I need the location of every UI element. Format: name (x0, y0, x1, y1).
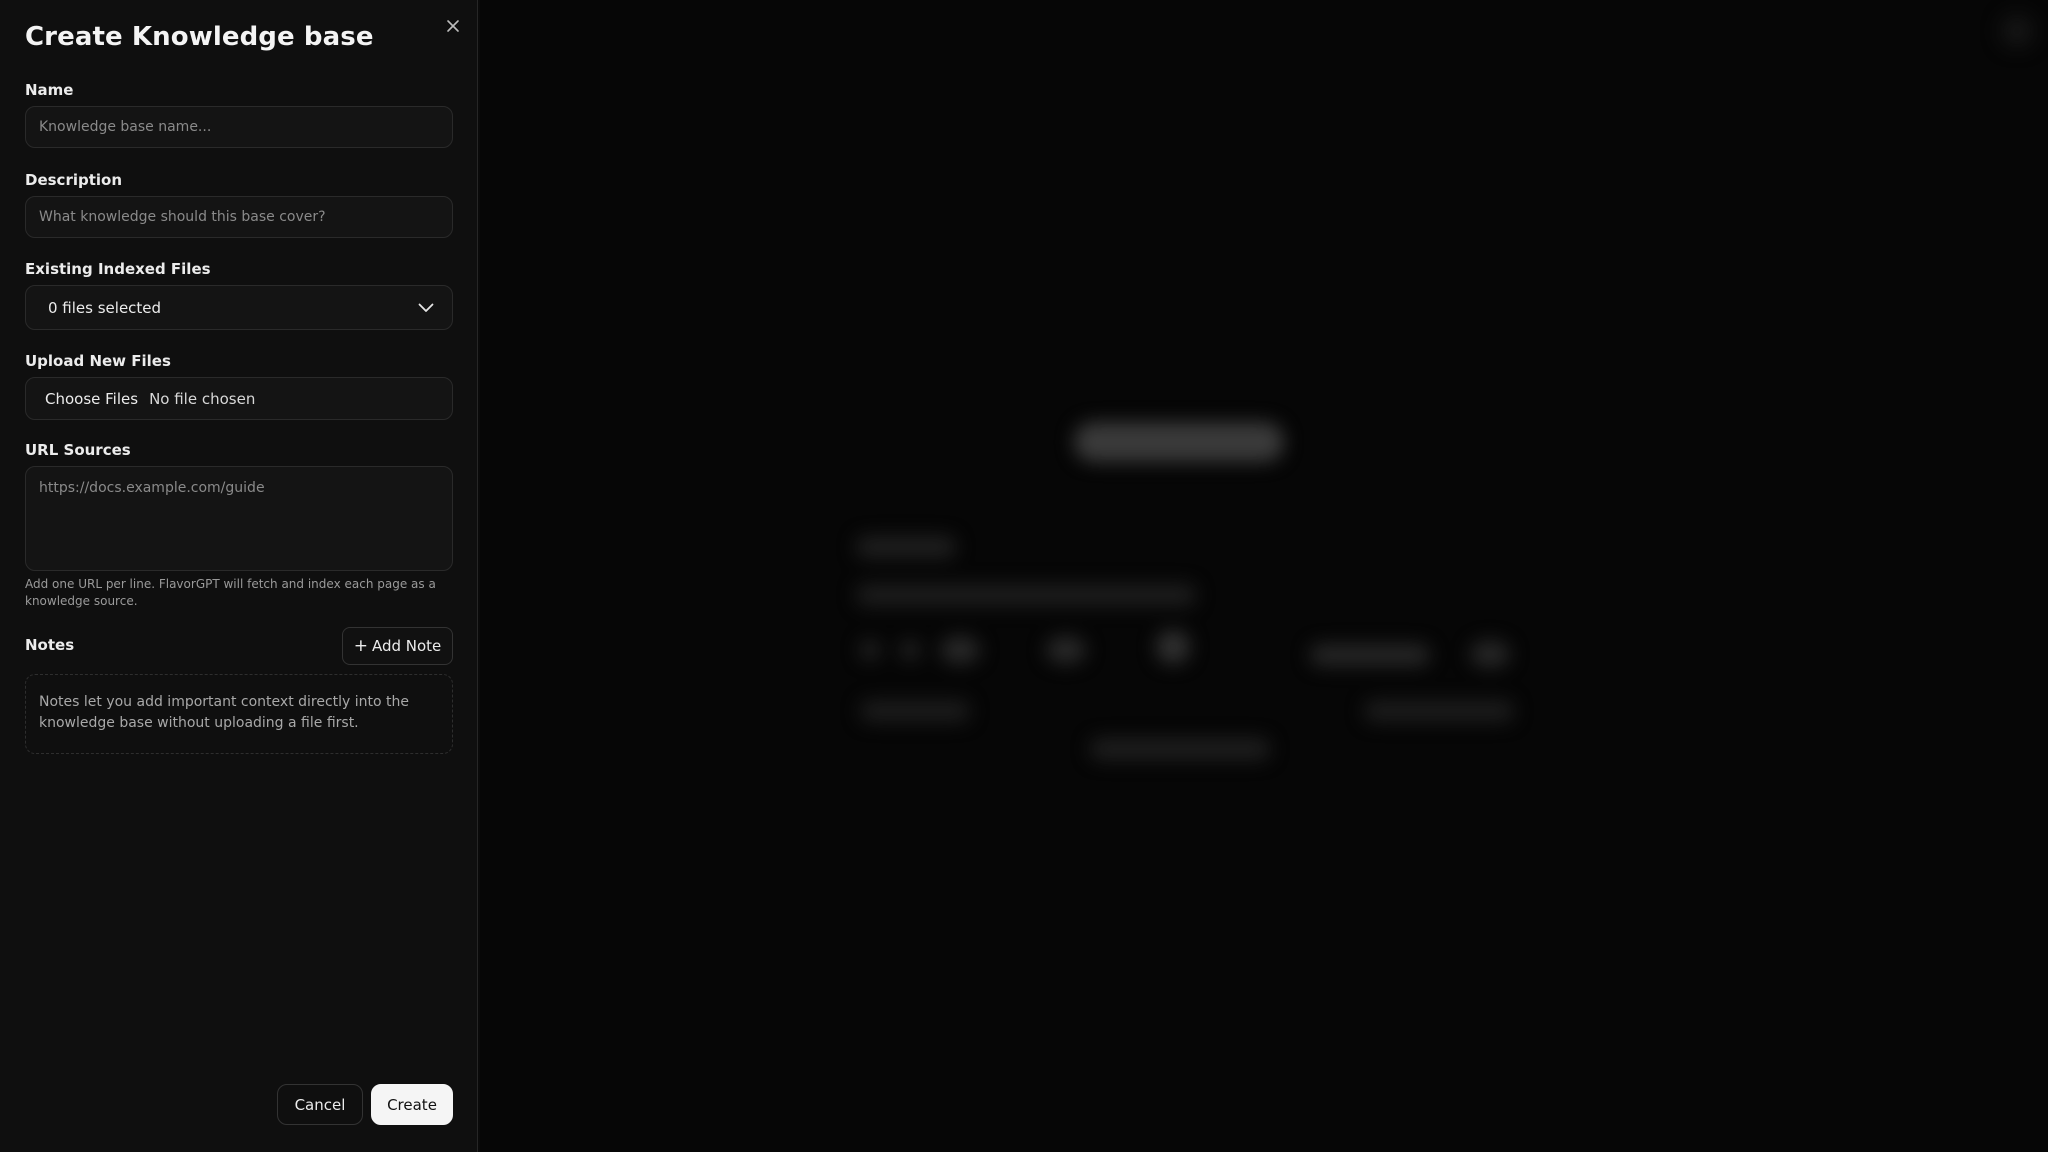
blurred-heading (1074, 422, 1284, 462)
name-field-wrapper (25, 106, 453, 148)
blurred-block (1156, 630, 1190, 664)
blurred-block (860, 640, 880, 660)
file-status-text: No file chosen (149, 389, 256, 408)
existing-files-selected-value: 0 files selected (48, 298, 162, 317)
description-input[interactable] (26, 197, 452, 237)
file-upload-field: Choose Files No file chosen (25, 377, 453, 420)
blurred-background (480, 0, 2048, 1152)
blurred-avatar (2000, 14, 2034, 48)
panel-title: Create Knowledge base (25, 22, 374, 52)
plus-icon: + (353, 635, 368, 656)
blurred-block (940, 636, 980, 664)
name-label: Name (25, 81, 74, 99)
blurred-block (1364, 700, 1514, 722)
close-button[interactable] (441, 14, 465, 38)
blurred-block (1470, 640, 1510, 668)
choose-files-button[interactable]: Choose Files (45, 390, 138, 408)
blurred-block (860, 700, 970, 722)
existing-files-select[interactable]: 0 files selected (25, 285, 453, 330)
existing-files-label: Existing Indexed Files (25, 260, 211, 278)
chevron-down-icon (418, 303, 434, 312)
url-sources-textarea[interactable] (26, 467, 452, 570)
close-icon (447, 20, 459, 32)
upload-files-label: Upload New Files (25, 352, 171, 370)
description-field-wrapper (25, 196, 453, 238)
name-input[interactable] (26, 107, 452, 147)
blurred-block (1310, 644, 1430, 666)
app-root: Create Knowledge base Name Description E… (0, 0, 2048, 1152)
add-note-button[interactable]: + Add Note (342, 627, 453, 665)
create-button[interactable]: Create (371, 1084, 453, 1125)
blurred-block (900, 640, 920, 660)
blurred-block (1046, 636, 1086, 664)
add-note-label: Add Note (371, 637, 442, 655)
blurred-block (1090, 738, 1270, 760)
create-knowledge-base-panel: Create Knowledge base Name Description E… (0, 0, 478, 1152)
blurred-block (856, 536, 956, 558)
blurred-content (480, 0, 2048, 1152)
notes-label: Notes (25, 636, 75, 654)
blurred-block (856, 584, 1196, 606)
notes-empty-hint: Notes let you add important context dire… (25, 674, 453, 754)
url-sources-helper-text: Add one URL per line. FlavorGPT will fet… (25, 577, 436, 608)
cancel-button[interactable]: Cancel (277, 1084, 363, 1125)
url-sources-wrapper (25, 466, 453, 571)
description-label: Description (25, 171, 123, 189)
url-sources-label: URL Sources (25, 441, 131, 459)
